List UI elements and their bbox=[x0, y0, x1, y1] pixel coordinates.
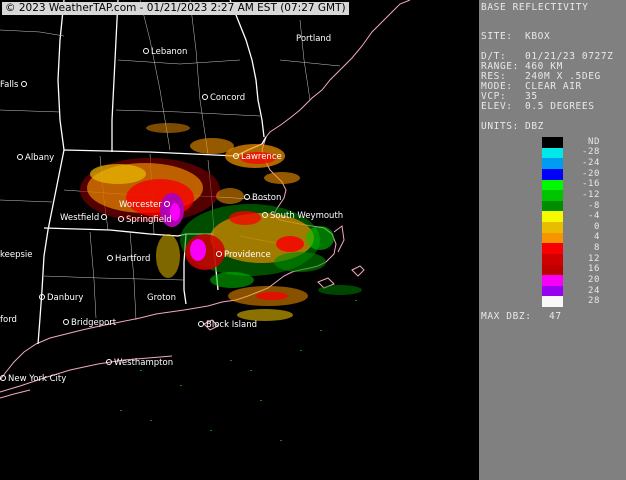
radar-map: © 2023 WeatherTAP.com - 01/21/2023 2:27 … bbox=[0, 0, 479, 480]
copyright-banner: © 2023 WeatherTAP.com - 01/21/2023 2:27 … bbox=[2, 2, 349, 15]
city-label: Block Island bbox=[198, 320, 257, 330]
color-scale-label: -28 bbox=[581, 147, 600, 158]
city-marker-icon bbox=[17, 153, 23, 160]
color-scale-label: -12 bbox=[581, 189, 600, 200]
units-label: UNITS: bbox=[481, 121, 519, 132]
color-scale-label: -24 bbox=[581, 158, 600, 169]
product-title: BASE REFLECTIVITY bbox=[481, 2, 589, 13]
color-scale-label: 16 bbox=[587, 264, 600, 275]
color-scale-label: 12 bbox=[587, 253, 600, 264]
color-scale-label: -8 bbox=[587, 200, 600, 211]
city-label: Lebanon bbox=[143, 47, 187, 57]
city-marker-icon bbox=[21, 80, 28, 87]
color-scale-label: 28 bbox=[587, 296, 600, 307]
city-label: Albany bbox=[17, 153, 54, 163]
color-scale-label: 4 bbox=[593, 232, 600, 243]
color-scale-label: -16 bbox=[581, 179, 600, 190]
info-panel: BASE REFLECTIVITY SITE: KBOX D/T: 01/21/… bbox=[479, 0, 626, 480]
units-value: DBZ bbox=[525, 121, 544, 132]
city-marker-icon bbox=[202, 93, 208, 100]
color-scale-label: 20 bbox=[587, 274, 600, 285]
city-label: Providence bbox=[216, 250, 271, 260]
city-marker-icon bbox=[143, 47, 149, 54]
radar-map-canvas bbox=[0, 0, 411, 441]
city-marker-icon bbox=[0, 374, 6, 381]
color-scale-label: 0 bbox=[593, 221, 600, 232]
city-marker-icon bbox=[262, 211, 268, 218]
elevation-label: ELEV: bbox=[481, 101, 513, 112]
site-label: SITE: bbox=[481, 31, 513, 42]
city-label: Bridgeport bbox=[63, 318, 116, 328]
city-label: Springfield bbox=[118, 215, 172, 225]
color-scale-label: ND bbox=[587, 136, 600, 147]
city-label: Danbury bbox=[39, 293, 83, 303]
city-marker-icon bbox=[106, 358, 112, 365]
city-marker-icon bbox=[233, 152, 239, 159]
city-label: Westfield bbox=[60, 213, 109, 223]
max-dbz-label: MAX DBZ: bbox=[481, 311, 532, 322]
site-value: KBOX bbox=[525, 31, 551, 42]
city-marker-icon bbox=[107, 254, 113, 261]
city-label: Worcester bbox=[119, 200, 172, 210]
max-dbz-value: 47 bbox=[549, 311, 562, 322]
city-marker-icon bbox=[216, 250, 222, 257]
city-label: Boston bbox=[244, 193, 281, 203]
city-marker-icon bbox=[63, 318, 69, 325]
city-label: Portland bbox=[296, 34, 332, 44]
city-label: Westhampton bbox=[106, 358, 173, 368]
city-label: Concord bbox=[202, 93, 245, 103]
color-scale-label: 24 bbox=[587, 285, 600, 296]
city-label: Falls bbox=[0, 80, 29, 90]
elevation-value: 0.5 DEGREES bbox=[525, 101, 595, 112]
city-label: ford bbox=[0, 315, 17, 325]
city-marker-icon bbox=[163, 200, 170, 207]
city-label: Groton bbox=[147, 293, 177, 303]
city-label: Hartford bbox=[107, 254, 150, 264]
color-scale-label: 8 bbox=[593, 243, 600, 254]
city-marker-icon bbox=[118, 215, 124, 222]
city-label: keepsie bbox=[0, 250, 33, 260]
city-label: New York City bbox=[0, 374, 66, 384]
city-marker-icon bbox=[244, 193, 250, 200]
city-label: Lawrence bbox=[233, 152, 282, 162]
color-scale-label: -4 bbox=[587, 211, 600, 222]
city-marker-icon bbox=[39, 293, 45, 300]
city-marker-icon bbox=[198, 320, 204, 327]
color-scale-label: -20 bbox=[581, 168, 600, 179]
city-label: South Weymouth bbox=[262, 211, 343, 221]
city-marker-icon bbox=[101, 213, 108, 220]
